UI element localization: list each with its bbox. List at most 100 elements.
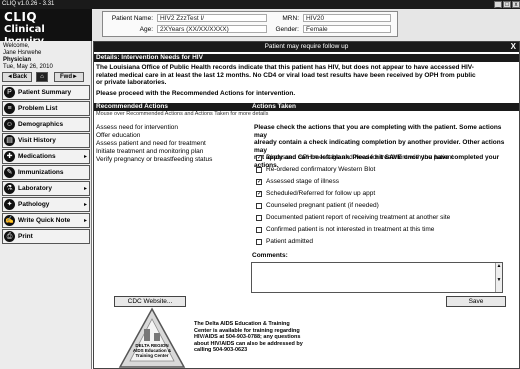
patient-info-box: Patient Name: HIV2 ZzzTest I/ MRN: HIV20… xyxy=(102,11,398,37)
save-button[interactable]: Save xyxy=(446,296,506,307)
action-label: Re-ordered confirmatory Western Blot xyxy=(266,166,376,173)
mrn-value: HIV20 xyxy=(303,14,391,22)
age-label: Age: xyxy=(139,26,153,33)
instructions-text: Please check the actions that you are co… xyxy=(254,124,516,169)
home-icon[interactable]: ⌂ xyxy=(36,72,48,82)
sidebar-item-label: Pathology xyxy=(18,201,50,208)
action-checkbox[interactable] xyxy=(256,203,262,209)
window-title: CLIQ v1.0.26 - 3.31 xyxy=(2,1,55,7)
recommended-action[interactable]: Verify pregnancy or breastfeeding status xyxy=(96,156,212,164)
sidebar-item-laboratory[interactable]: ⚗ Laboratory ▸ xyxy=(2,181,90,196)
write-note-icon: ✍ xyxy=(4,215,15,226)
sidebar-item-write-quick-note[interactable]: ✍ Write Quick Note ▸ xyxy=(2,213,90,228)
delta-aetc-logo: DELTA REGION AIDS Education & Training C… xyxy=(118,307,186,369)
sidebar-item-print[interactable]: ⎙ Print xyxy=(2,229,90,244)
action-checkbox[interactable] xyxy=(256,239,262,245)
sidebar-item-label: Print xyxy=(18,233,33,240)
comments-textarea[interactable]: ▲ ▼ xyxy=(251,262,503,293)
minimize-button[interactable]: _ xyxy=(494,1,502,8)
patient-name-value: HIV2 ZzzTest I/ xyxy=(157,14,267,22)
dialog-close-button[interactable]: X xyxy=(511,42,516,52)
action-label: Documented patient report of receiving t… xyxy=(266,214,451,221)
comments-label: Comments: xyxy=(252,252,288,259)
nav-row: ◄Back ⌂ Fwd► xyxy=(2,72,90,82)
mouseover-hint: Mouse over Recommended Actions and Actio… xyxy=(96,111,269,117)
aetc-info-line: HIV/AIDS at 504-903-0788; any questions xyxy=(194,334,301,340)
sidebar: Welcome, Jane Hsrwehe Physician Tue, May… xyxy=(0,41,92,369)
patient-summary-icon: P xyxy=(4,87,15,98)
sidebar-item-label: Laboratory xyxy=(18,185,52,192)
aetc-info-line: calling 504-903-0623 xyxy=(194,347,248,353)
intro-text: The Louisiana Office of Public Health re… xyxy=(96,64,516,87)
forward-label: Fwd xyxy=(60,74,73,80)
action-label: Counseled pregnant patient (if needed) xyxy=(266,202,379,209)
action-checkbox[interactable]: ✓ xyxy=(256,155,262,161)
cliq-logo: CLIQ Clinical Inquiry xyxy=(0,9,92,47)
aetc-info-text: The Delta AIDS Education & Training Cent… xyxy=(194,321,309,354)
maximize-button[interactable]: □ xyxy=(503,1,511,8)
sidebar-item-patient-summary[interactable]: P Patient Summary xyxy=(2,85,90,100)
patient-header: Patient Name: HIV2 ZzzTest I/ MRN: HIV20… xyxy=(92,9,520,41)
sidebar-item-label: Problem List xyxy=(18,105,58,112)
demographics-icon: ☺ xyxy=(4,119,15,130)
immunizations-icon: ✎ xyxy=(4,167,15,178)
proceed-text: Please proceed with the Recommended Acti… xyxy=(96,90,296,97)
welcome-text: Welcome, xyxy=(3,43,30,49)
gender-value: Female xyxy=(303,25,391,33)
dialog-title: Patient may require follow up xyxy=(264,43,349,50)
user-role: Physician xyxy=(3,57,32,63)
sidebar-item-label: Visit History xyxy=(18,137,56,144)
back-button[interactable]: ◄Back xyxy=(2,72,32,82)
gender-label: Gender: xyxy=(275,26,300,33)
action-checkbox[interactable]: ✓ xyxy=(256,191,262,197)
print-icon: ⎙ xyxy=(4,231,15,242)
logo-title: CLIQ xyxy=(4,10,38,24)
instructions-line: already contain a check indicating compl… xyxy=(254,139,505,154)
details-header: Details: Intervention Needs for HIV xyxy=(94,54,519,62)
recommended-action[interactable]: Assess patient and need for treatment xyxy=(96,140,206,148)
patient-name-label: Patient Name: xyxy=(111,15,153,22)
recommended-action[interactable]: Offer education xyxy=(96,132,140,140)
action-checkbox[interactable] xyxy=(256,227,262,233)
action-label: Scheduled/Referred for follow up appt xyxy=(266,190,376,197)
sidebar-item-immunizations[interactable]: ✎ Immunizations xyxy=(2,165,90,180)
action-checkbox[interactable] xyxy=(256,167,262,173)
aetc-logo-text: DELTA REGION AIDS Education & Training C… xyxy=(132,343,172,358)
action-checkbox[interactable] xyxy=(256,215,262,221)
recommended-actions-heading: Recommended Actions xyxy=(96,103,168,110)
action-label: Confirmed patient is not interested in t… xyxy=(266,226,435,233)
pathology-icon: ✦ xyxy=(4,199,15,210)
actions-taken-heading: Actions Taken xyxy=(252,103,296,110)
current-date: Tue, May 26, 2010 xyxy=(3,64,53,70)
action-checkbox[interactable]: ✓ xyxy=(256,179,262,185)
aetc-triangle-icon xyxy=(118,307,186,368)
sidebar-item-label: Demographics xyxy=(18,121,64,128)
instructions-line: Please check the actions that you are co… xyxy=(254,124,502,139)
recommended-action[interactable]: Initiate treatment and monitoring plan xyxy=(96,148,203,156)
sidebar-item-pathology[interactable]: ✦ Pathology ▸ xyxy=(2,197,90,212)
actions-header: Recommended Actions Actions Taken xyxy=(94,103,519,111)
follow-up-dialog: Patient may require follow up X Details:… xyxy=(93,41,520,369)
chevron-right-icon: ▸ xyxy=(83,218,87,224)
sidebar-item-visit-history[interactable]: ▤ Visit History xyxy=(2,133,90,148)
action-label: Discussed OPH message and need for treat… xyxy=(266,154,454,161)
sidebar-item-problem-list[interactable]: ≡ Problem List xyxy=(2,101,90,116)
intro-line: or private laboratories. xyxy=(96,79,167,86)
aetc-logo-line: Training Center xyxy=(135,353,169,358)
chevron-right-icon: ▸ xyxy=(83,202,87,208)
back-label: Back xyxy=(12,74,28,80)
sidebar-item-demographics[interactable]: ☺ Demographics xyxy=(2,117,90,132)
sidebar-item-medications[interactable]: ✚ Medications ▸ xyxy=(2,149,90,164)
laboratory-icon: ⚗ xyxy=(4,183,15,194)
age-value: 2XYears (XX/XX/XXXX) xyxy=(157,25,267,33)
dialog-titlebar: Patient may require follow up X xyxy=(94,42,519,52)
intro-line: related medical care in at least the las… xyxy=(96,71,476,79)
recommended-action[interactable]: Assess need for intervention xyxy=(96,124,178,132)
cdc-website-button[interactable]: CDC Website... xyxy=(114,296,186,307)
chevron-right-icon: ▸ xyxy=(83,154,87,160)
intro-line: The Louisiana Office of Public Health re… xyxy=(96,64,474,71)
chevron-right-icon: ▸ xyxy=(83,186,87,192)
forward-button[interactable]: Fwd► xyxy=(54,72,84,82)
window-close-button[interactable]: x xyxy=(512,1,520,8)
comments-scrollbar[interactable]: ▲ ▼ xyxy=(495,263,502,292)
